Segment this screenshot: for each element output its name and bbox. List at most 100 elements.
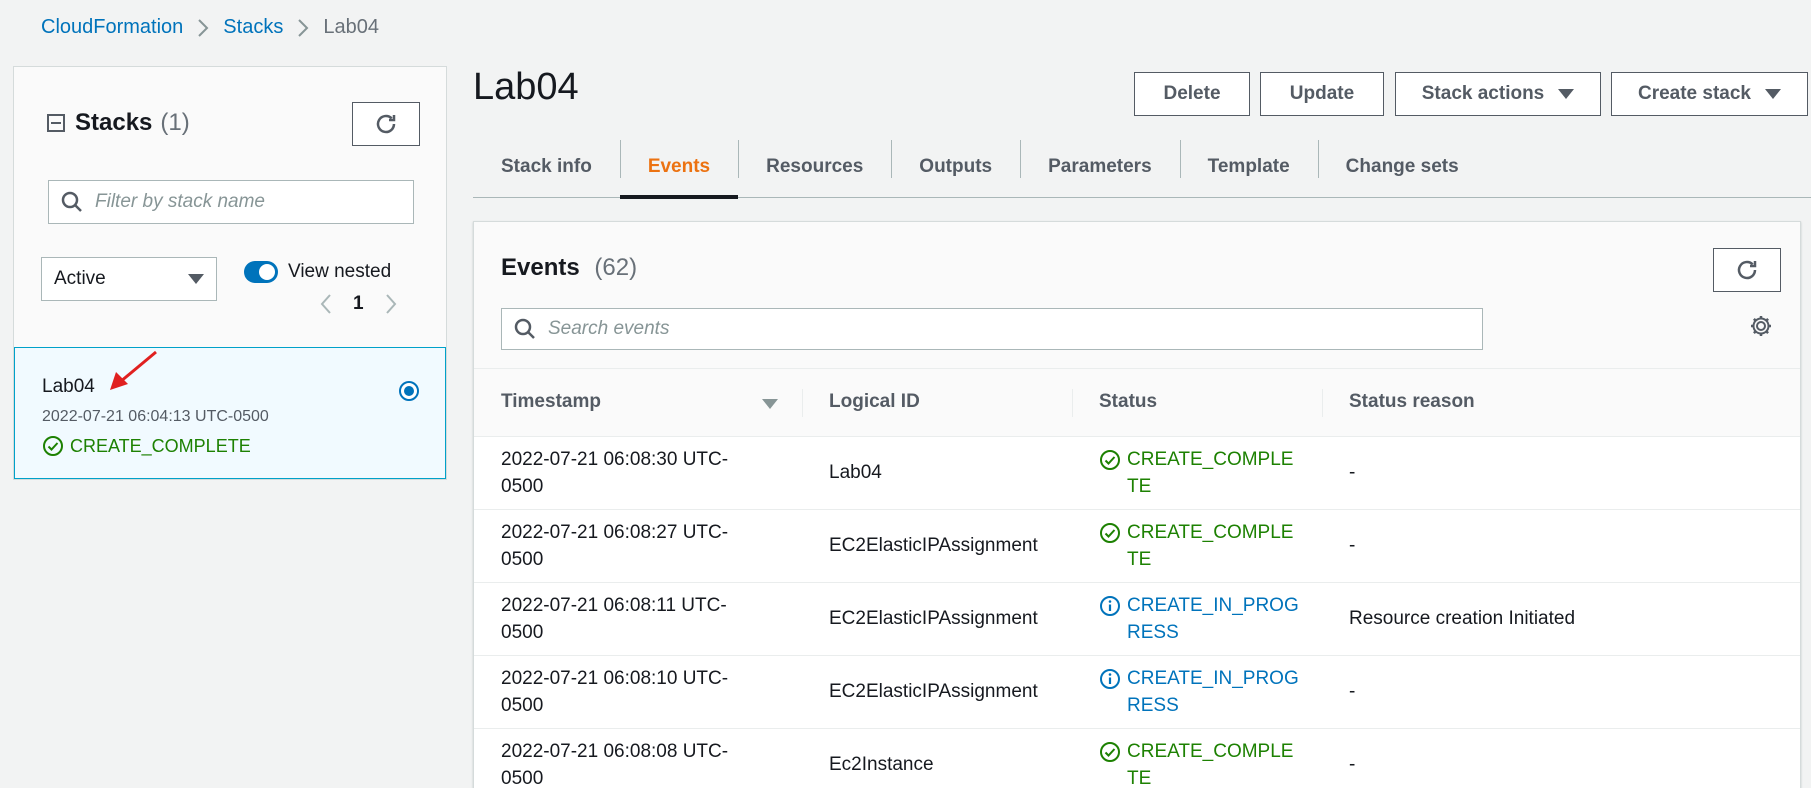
page-title: Lab04 xyxy=(473,66,579,108)
table-row: 2022-07-21 06:08:27 UTC- 0500 EC2ElasticI… xyxy=(474,509,1800,583)
stack-created-time: 2022-07-21 06:04:13 UTC-0500 xyxy=(42,408,269,425)
stack-actions-label: Stack actions xyxy=(1421,83,1545,104)
check-circle-icon xyxy=(43,436,63,456)
table-row: 2022-07-21 06:08:11 UTC- 0500 EC2ElasticI… xyxy=(474,582,1800,656)
stacks-title: Stacks xyxy=(75,109,153,136)
stack-actions-button[interactable]: Stack actions xyxy=(1395,72,1601,116)
tab-outputs[interactable]: Outputs xyxy=(891,136,1020,198)
tab-parameters[interactable]: Parameters xyxy=(1020,136,1180,198)
create-stack-label: Create stack xyxy=(1637,83,1752,104)
caret-down-icon xyxy=(1765,89,1782,99)
toggle-switch[interactable] xyxy=(244,261,278,283)
tab-events[interactable]: Events xyxy=(619,136,739,199)
events-heading: Events (62) xyxy=(501,254,637,282)
timestamp-line: 0500 xyxy=(501,621,544,643)
table-row: 2022-07-21 06:08:08 UTC- 0500 Ec2Instance… xyxy=(474,728,1800,788)
check-circle-icon xyxy=(1100,741,1120,762)
breadcrumb-cloudformation[interactable]: CloudFormation xyxy=(41,16,183,39)
delete-button[interactable]: Delete xyxy=(1134,72,1250,116)
status-reason-cell: - xyxy=(1322,509,1800,583)
stack-status: CREATE_COMPLETE xyxy=(42,435,251,457)
refresh-events-button[interactable] xyxy=(1713,248,1781,292)
caret-down-icon xyxy=(1558,89,1575,99)
chevron-right-icon xyxy=(297,18,309,38)
timestamp-cell: 2022-07-21 06:08:11 UTC- 0500 xyxy=(474,582,802,656)
next-page-button[interactable] xyxy=(384,293,398,315)
status-text: CREATE_IN_PROGRESS xyxy=(1127,594,1299,643)
search-events-field[interactable] xyxy=(501,308,1483,350)
stack-name[interactable]: Lab04 xyxy=(42,376,95,398)
events-header: Events (62) xyxy=(474,222,1800,369)
caret-down-icon xyxy=(188,274,204,284)
column-logical-id: Logical ID xyxy=(802,369,1072,437)
refresh-icon xyxy=(376,114,396,134)
stack-select-radio[interactable] xyxy=(399,381,419,401)
events-panel: Events (62) Search events Timestamp Logi… xyxy=(473,221,1801,788)
timestamp-line: 0500 xyxy=(501,548,544,570)
check-circle-icon xyxy=(1100,522,1120,543)
stacks-heading: Stacks (1) xyxy=(47,109,190,137)
search-icon xyxy=(61,191,82,212)
timestamp-cell: 2022-07-21 06:08:10 UTC- 0500 xyxy=(474,655,802,729)
filter-stacks-input[interactable] xyxy=(95,191,385,213)
logical-id-cell: Ec2Instance xyxy=(802,728,1072,788)
tab-stack-info[interactable]: Stack info xyxy=(473,136,620,198)
update-button[interactable]: Update xyxy=(1260,72,1384,116)
create-stack-button[interactable]: Create stack xyxy=(1611,72,1808,116)
current-page[interactable]: 1 xyxy=(353,293,364,315)
stack-card-lab04[interactable]: Lab04 2022-07-21 06:04:13 UTC-0500 CREAT… xyxy=(14,347,446,479)
tab-template[interactable]: Template xyxy=(1179,136,1318,198)
timestamp-line: 2022-07-21 06:08:08 UTC- xyxy=(501,740,729,762)
view-nested-toggle[interactable]: View nested xyxy=(244,261,391,283)
breadcrumb-current: Lab04 xyxy=(323,16,379,38)
status-text: CREATE_COMPLETE xyxy=(1127,448,1294,497)
collapse-panel-icon[interactable] xyxy=(47,114,65,132)
stack-status-text: CREATE_COMPLETE xyxy=(70,435,251,456)
timestamp-line: 0500 xyxy=(501,767,544,788)
filter-stacks-field[interactable] xyxy=(48,180,414,224)
stacks-count: (1) xyxy=(160,109,190,136)
table-row: 2022-07-21 06:08:10 UTC- 0500 EC2ElasticI… xyxy=(474,655,1800,729)
chevron-right-icon xyxy=(385,294,396,314)
status-cell: CREATE_IN_PROGRESS xyxy=(1072,582,1322,656)
chevron-left-icon xyxy=(320,294,331,314)
search-events-input[interactable] xyxy=(548,318,1448,340)
check-circle-icon xyxy=(1100,449,1120,470)
timestamp-line: 2022-07-21 06:08:11 UTC- xyxy=(501,594,727,616)
status-reason-cell: - xyxy=(1322,436,1800,510)
previous-page-button[interactable] xyxy=(319,293,333,315)
logical-id-cell: Lab04 xyxy=(802,436,1072,510)
chevron-right-icon xyxy=(197,18,209,38)
timestamp-cell: 2022-07-21 06:08:08 UTC- 0500 xyxy=(474,728,802,788)
view-nested-label: View nested xyxy=(288,261,392,282)
tab-change-sets[interactable]: Change sets xyxy=(1317,136,1487,198)
breadcrumb-stacks[interactable]: Stacks xyxy=(223,16,283,39)
table-header-row: Timestamp Logical ID Status Status reaso… xyxy=(474,369,1800,437)
gear-icon[interactable] xyxy=(1749,314,1773,338)
refresh-stacks-button[interactable] xyxy=(352,102,420,146)
logical-id-cell: EC2ElasticIPAssignment xyxy=(802,509,1072,583)
tab-resources[interactable]: Resources xyxy=(738,136,891,198)
stack-tabs: Stack info Events Resources Outputs Para… xyxy=(473,136,1811,199)
status-reason-cell: - xyxy=(1322,728,1800,788)
breadcrumb: CloudFormation Stacks Lab04 xyxy=(41,16,379,39)
status-cell: CREATE_COMPLETE xyxy=(1072,436,1322,510)
status-filter-select[interactable]: Active xyxy=(41,257,217,301)
timestamp-line: 2022-07-21 06:08:30 UTC- xyxy=(501,448,729,470)
timestamp-line: 0500 xyxy=(501,475,544,497)
status-filter-value: Active xyxy=(54,268,106,289)
sort-desc-icon[interactable] xyxy=(762,399,778,409)
table-row: 2022-07-21 06:08:30 UTC- 0500 Lab04 CREAT… xyxy=(474,436,1800,510)
refresh-icon xyxy=(1737,260,1757,280)
logical-id-cell: EC2ElasticIPAssignment xyxy=(802,582,1072,656)
column-timestamp[interactable]: Timestamp xyxy=(474,369,802,437)
logical-id-cell: EC2ElasticIPAssignment xyxy=(802,655,1072,729)
events-title: Events xyxy=(501,254,580,281)
status-text: CREATE_COMPLETE xyxy=(1127,521,1294,570)
status-reason-cell: - xyxy=(1322,655,1800,729)
column-status: Status xyxy=(1072,369,1322,437)
pagination: 1 xyxy=(319,293,398,315)
status-text: CREATE_IN_PROGRESS xyxy=(1127,667,1299,716)
info-circle-icon xyxy=(1100,668,1120,689)
timestamp-cell: 2022-07-21 06:08:27 UTC- 0500 xyxy=(474,509,802,583)
